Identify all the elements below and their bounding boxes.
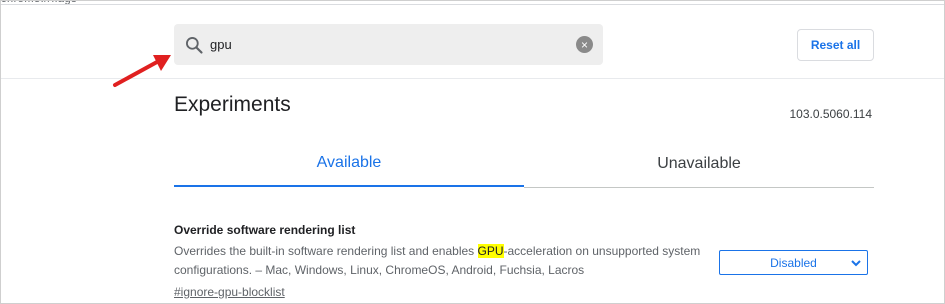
select-value: Disabled xyxy=(770,255,817,270)
search-icon xyxy=(186,37,203,54)
tab-unavailable[interactable]: Unavailable xyxy=(524,141,874,188)
red-arrow-icon xyxy=(113,55,171,87)
page-title: Experiments xyxy=(174,93,291,116)
experiment-description: Overrides the built-in software renderin… xyxy=(174,242,704,280)
browser-page: chrome://flags × Reset all Experiments 1… xyxy=(0,0,945,304)
search-box[interactable]: × xyxy=(174,24,603,65)
search-input[interactable] xyxy=(210,24,570,65)
reset-all-button[interactable]: Reset all xyxy=(797,29,874,61)
tab-bar: Available Unavailable xyxy=(174,141,874,188)
tab-available[interactable]: Available xyxy=(174,141,524,187)
chevron-down-icon xyxy=(851,260,861,267)
clear-icon[interactable]: × xyxy=(576,36,593,53)
search-highlight: GPU xyxy=(477,244,504,258)
version-label: 103.0.5060.114 xyxy=(789,107,872,121)
experiment-permalink[interactable]: #ignore-gpu-blocklist xyxy=(174,285,285,299)
experiment-state-select[interactable]: Disabled xyxy=(719,250,868,275)
experiment-title: Override software rendering list xyxy=(174,223,356,237)
description-text-before: Overrides the built-in software renderin… xyxy=(174,244,478,258)
